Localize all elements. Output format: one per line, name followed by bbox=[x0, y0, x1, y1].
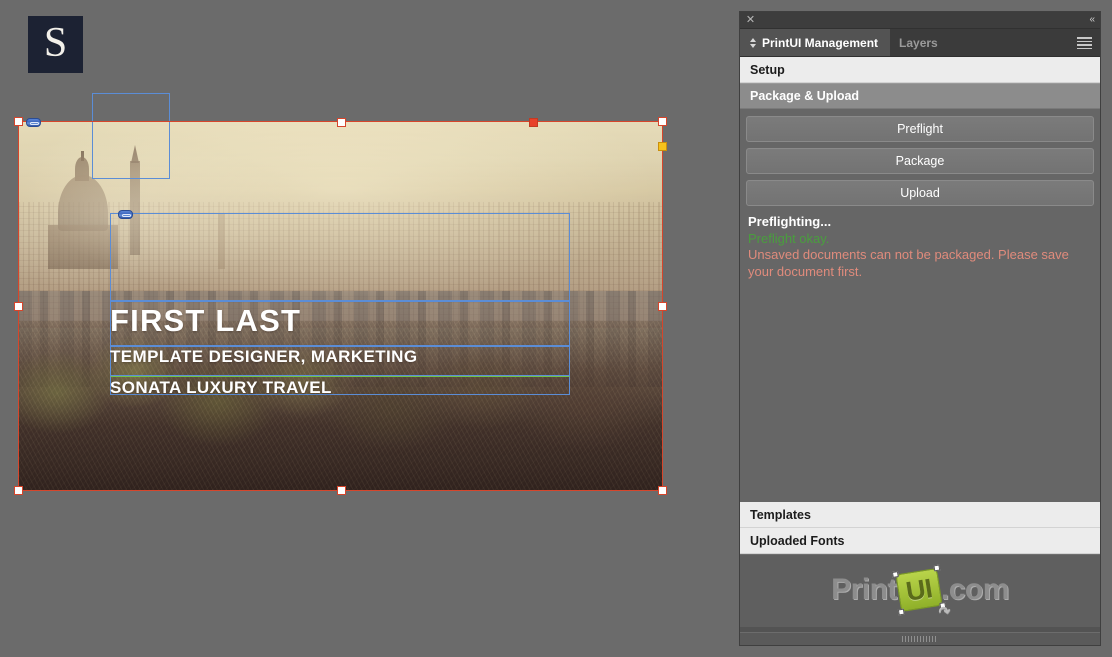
handle-top-center-red[interactable] bbox=[529, 118, 538, 127]
status-message-block: Preflighting... Preflight okay. Unsaved … bbox=[746, 212, 1094, 281]
document-text-company[interactable]: SONATA LUXURY TRAVEL bbox=[110, 378, 332, 398]
link-badge-icon-photo[interactable] bbox=[26, 118, 41, 127]
status-heading: Preflighting... bbox=[748, 214, 832, 229]
preflight-button[interactable]: Preflight bbox=[746, 116, 1094, 142]
status-error-message: Unsaved documents can not be packaged. P… bbox=[748, 247, 1069, 279]
printui-management-panel: ✕ « PrintUI Management Layers Setup Pack… bbox=[740, 12, 1100, 645]
handle-bottom-right[interactable] bbox=[658, 486, 667, 495]
logo-swatch[interactable]: S bbox=[28, 16, 83, 73]
package-button[interactable]: Package bbox=[746, 148, 1094, 174]
section-header-uploaded-fonts[interactable]: Uploaded Fonts bbox=[740, 528, 1100, 554]
upload-button[interactable]: Upload bbox=[746, 180, 1094, 206]
hamburger-menu-icon[interactable] bbox=[1077, 37, 1092, 49]
gem-icon bbox=[749, 37, 757, 49]
logo-frame-outline bbox=[92, 93, 170, 179]
printui-logo-text-before: Print bbox=[831, 573, 897, 606]
handle-top-mid[interactable] bbox=[337, 118, 346, 127]
link-badge-icon-logo[interactable] bbox=[118, 210, 133, 219]
printui-logo-area: Print UI ↷ .com bbox=[740, 554, 1100, 627]
resize-grip-icon[interactable] bbox=[902, 636, 938, 642]
handle-top-right[interactable] bbox=[658, 117, 667, 126]
handle-middle-right[interactable] bbox=[658, 302, 667, 311]
section-header-setup-label: Setup bbox=[750, 62, 785, 77]
printui-logo: Print UI ↷ .com bbox=[831, 564, 1009, 620]
handle-bottom-center[interactable] bbox=[337, 486, 346, 495]
section-header-templates[interactable]: Templates bbox=[740, 502, 1100, 528]
text-frame-logo-area[interactable] bbox=[110, 213, 570, 301]
document-text-role[interactable]: TEMPLATE DESIGNER, MARKETING bbox=[110, 347, 417, 367]
section-header-templates-label: Templates bbox=[750, 507, 811, 522]
logo-handle-top-right bbox=[933, 564, 941, 572]
logo-handle-bottom-left bbox=[897, 608, 905, 616]
logo-handle-top-left bbox=[891, 571, 899, 578]
handle-bottom-left[interactable] bbox=[14, 486, 23, 495]
panel-resize-bar[interactable] bbox=[740, 632, 1100, 645]
double-chevron-left-icon[interactable]: « bbox=[1089, 13, 1094, 26]
handle-middle-left[interactable] bbox=[14, 302, 23, 311]
handle-top-left[interactable] bbox=[14, 117, 23, 126]
panel-tab-bar: PrintUI Management Layers bbox=[740, 29, 1100, 57]
document-text-name[interactable]: FIRST LAST bbox=[110, 303, 301, 339]
handle-corner-options-yellow[interactable] bbox=[658, 142, 667, 151]
logo-image-frame[interactable] bbox=[92, 93, 170, 179]
section-header-package-upload[interactable]: Package & Upload bbox=[740, 83, 1100, 109]
panel-footer-sections: Templates Uploaded Fonts bbox=[740, 502, 1100, 554]
tab-printui-management[interactable]: PrintUI Management bbox=[740, 29, 891, 56]
tab-layers[interactable]: Layers bbox=[890, 29, 950, 56]
rotate-arrow-icon: ↷ bbox=[937, 602, 951, 621]
section-header-setup[interactable]: Setup bbox=[740, 57, 1100, 83]
section-header-uploaded-fonts-label: Uploaded Fonts bbox=[750, 533, 845, 548]
tab-layers-label: Layers bbox=[899, 35, 938, 50]
section-header-package-upload-label: Package & Upload bbox=[750, 89, 860, 103]
package-upload-body: Preflight Package Upload Preflighting...… bbox=[740, 109, 1100, 502]
printui-logo-ui-text: UI bbox=[903, 572, 935, 607]
panel-titlebar: ✕ « bbox=[740, 12, 1100, 29]
status-ok-message: Preflight okay. bbox=[748, 230, 830, 246]
application-window: S FIRST LAST TEMPLATE DESIGNER, MARKETIN… bbox=[0, 0, 1112, 657]
printui-logo-ui-box: UI ↷ bbox=[891, 564, 951, 620]
close-icon[interactable]: ✕ bbox=[745, 14, 756, 25]
tab-printui-management-label: PrintUI Management bbox=[762, 35, 879, 50]
logo-letter: S bbox=[43, 20, 68, 66]
